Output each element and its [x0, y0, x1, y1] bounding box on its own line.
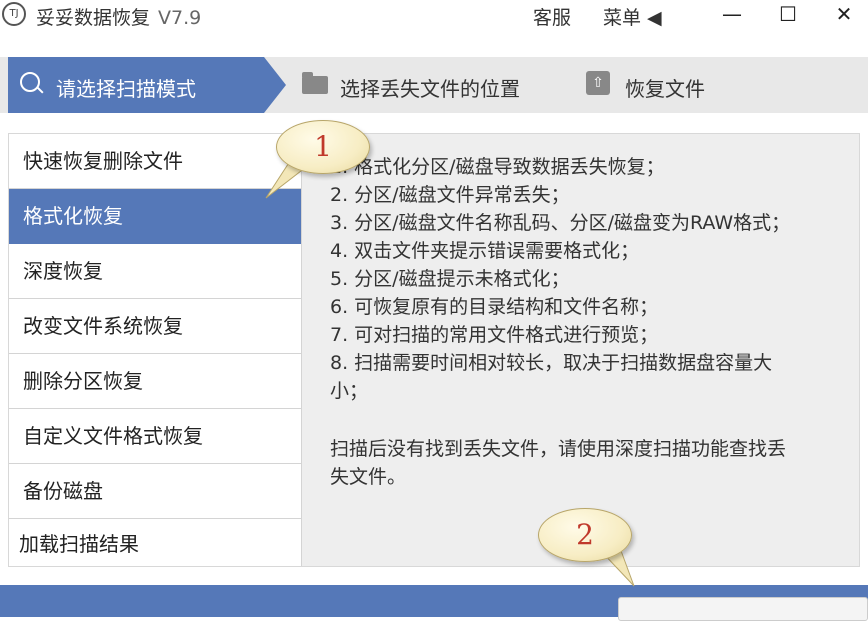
callout-2: 2: [538, 508, 632, 562]
step-arrow-tip: [264, 57, 286, 113]
description-line: 7. 可对扫描的常用文件格式进行预览；: [330, 324, 659, 346]
mode-partition-recover[interactable]: 删除分区恢复: [9, 354, 301, 409]
search-icon: [20, 72, 40, 92]
step-select-mode[interactable]: 请选择扫描模式: [8, 57, 264, 113]
close-button[interactable]: ✕: [824, 0, 864, 30]
description-line: 6. 可恢复原有的目录结构和文件名称；: [330, 296, 659, 318]
step-recover-files: 恢复文件: [625, 77, 705, 101]
app-name: 妥妥数据恢复: [36, 7, 151, 29]
mode-menu: 快速恢复删除文件 格式化恢复 深度恢复 改变文件系统恢复 删除分区恢复 自定义文…: [9, 134, 301, 566]
restore-upload-icon: ⇧: [586, 71, 610, 95]
description-line: 1. 格式化分区/磁盘导致数据丢失恢复；: [330, 156, 665, 178]
description-hint-line: 扫描后没有找到丢失文件，请使用深度扫描功能查找丢: [330, 438, 787, 460]
mode-backup-disk[interactable]: 备份磁盘: [9, 464, 301, 519]
folder-icon: [302, 72, 328, 94]
description-line: 2. 分区/磁盘文件异常丢失；: [330, 184, 570, 206]
minimize-button[interactable]: —: [712, 0, 752, 30]
mode-fs-change-recover[interactable]: 改变文件系统恢复: [9, 299, 301, 354]
mode-deep-recover[interactable]: 深度恢复: [9, 244, 301, 299]
main-panel: 快速恢复删除文件 格式化恢复 深度恢复 改变文件系统恢复 删除分区恢复 自定义文…: [8, 133, 860, 567]
app-logo-icon: TJ: [2, 2, 26, 26]
title-bar: TJ 妥妥数据恢复 V7.9 客服 菜单 ◀ — ☐ ✕: [0, 0, 868, 32]
description-hint-line: 失文件。: [330, 466, 407, 488]
mode-load-scan-results[interactable]: 加载扫描结果: [9, 519, 311, 569]
callout-1: 1: [276, 120, 370, 174]
app-title: 妥妥数据恢复 V7.9: [36, 3, 201, 30]
mode-custom-format-recover[interactable]: 自定义文件格式恢复: [9, 409, 301, 464]
description-line: 4. 双击文件夹提示错误需要格式化；: [330, 240, 640, 262]
step-bar: 请选择扫描模式 选择丢失文件的位置 ⇧ 恢复文件: [0, 57, 868, 113]
step-label: 请选择扫描模式: [56, 77, 196, 101]
mode-description: 1. 格式化分区/磁盘导致数据丢失恢复； 2. 分区/磁盘文件异常丢失； 3. …: [301, 134, 859, 566]
app-version: V7.9: [158, 7, 202, 29]
description-line: 5. 分区/磁盘提示未格式化；: [330, 268, 570, 290]
step-select-location: 选择丢失文件的位置: [340, 77, 520, 101]
description-line: 3. 分区/磁盘文件名称乱码、分区/磁盘变为RAW格式；: [330, 212, 791, 234]
service-link[interactable]: 客服: [533, 3, 571, 30]
next-button[interactable]: [618, 597, 868, 621]
menu-button[interactable]: 菜单 ◀: [603, 3, 662, 30]
description-line: 8. 扫描需要时间相对较长，取决于扫描数据盘容量大: [330, 352, 773, 374]
mode-format-recover[interactable]: 格式化恢复: [9, 189, 301, 244]
description-line: 小；: [330, 380, 369, 402]
maximize-button[interactable]: ☐: [768, 0, 808, 30]
mode-quick-recover[interactable]: 快速恢复删除文件: [9, 134, 301, 189]
